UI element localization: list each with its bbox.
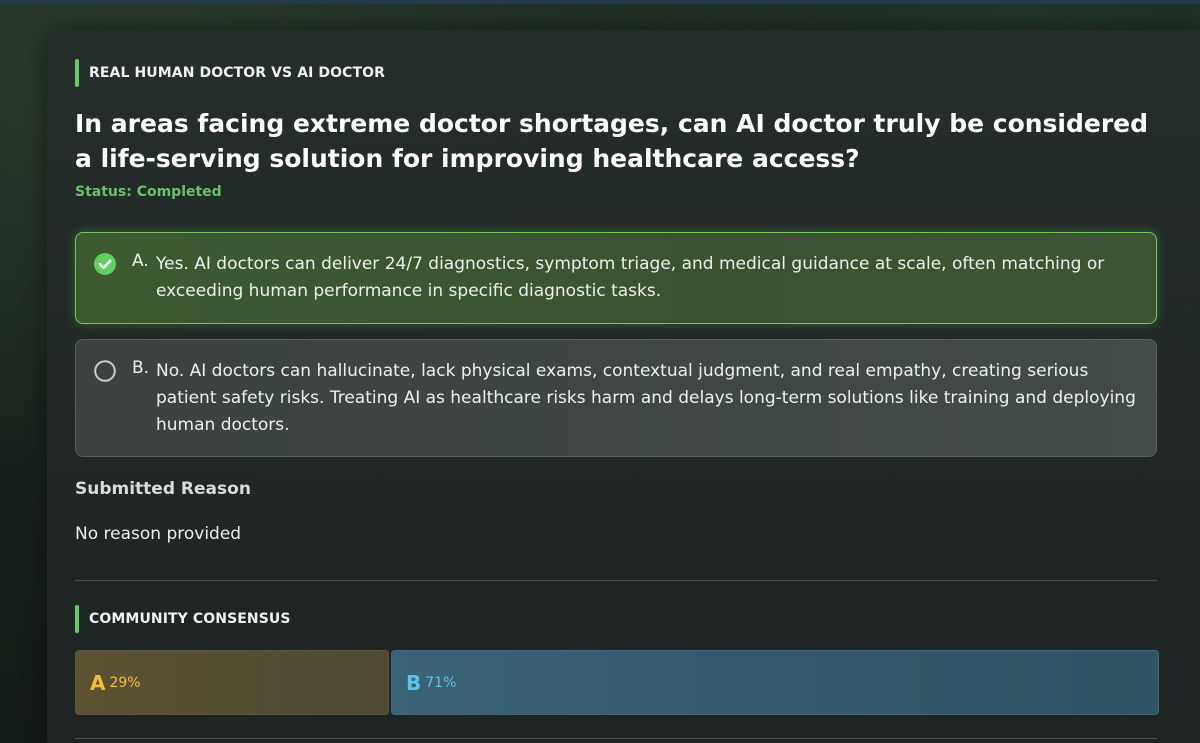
submitted-reason-text: No reason provided [75, 524, 242, 544]
consensus-a-letter: A [90, 670, 106, 695]
radio-circle-icon [94, 360, 116, 382]
consensus-header: COMMUNITY CONSENSUS [75, 605, 291, 633]
poll-question: In areas facing extreme doctor shortages… [75, 109, 1149, 173]
consensus-b-letter: B [406, 670, 422, 695]
poll-category-header: REAL HUMAN DOCTOR VS AI DOCTOR [75, 59, 385, 87]
option-a[interactable]: A. Yes. AI doctors can deliver 24/7 diag… [75, 232, 1157, 324]
consensus-bar: A 29% B 71% [75, 650, 1159, 715]
consensus-b-percent: 71% [425, 674, 457, 691]
consensus-segment-a: A 29% [75, 650, 389, 715]
option-a-text: Yes. AI doctors can deliver 24/7 diagnos… [156, 254, 1105, 301]
option-b[interactable]: B. No. AI doctors can hallucinate, lack … [75, 339, 1157, 457]
consensus-accent-bar [75, 605, 79, 633]
category-accent-bar [75, 59, 79, 87]
check-circle-icon [94, 253, 116, 275]
option-b-letter: B. [132, 358, 150, 378]
poll-status: Status: Completed [75, 184, 222, 200]
option-b-text: No. AI doctors can hallucinate, lack phy… [156, 361, 1136, 435]
submitted-reason-label: Submitted Reason [75, 479, 251, 499]
bottom-divider [75, 738, 1157, 739]
consensus-a-percent: 29% [109, 674, 141, 691]
poll-category-label: REAL HUMAN DOCTOR VS AI DOCTOR [89, 65, 386, 81]
consensus-label: COMMUNITY CONSENSUS [89, 611, 291, 627]
consensus-segment-b: B 71% [391, 650, 1159, 715]
option-a-letter: A. [132, 251, 149, 271]
top-border-line [0, 0, 1200, 4]
section-divider [75, 580, 1157, 581]
poll-result-card: REAL HUMAN DOCTOR VS AI DOCTOR In areas … [47, 30, 1200, 743]
